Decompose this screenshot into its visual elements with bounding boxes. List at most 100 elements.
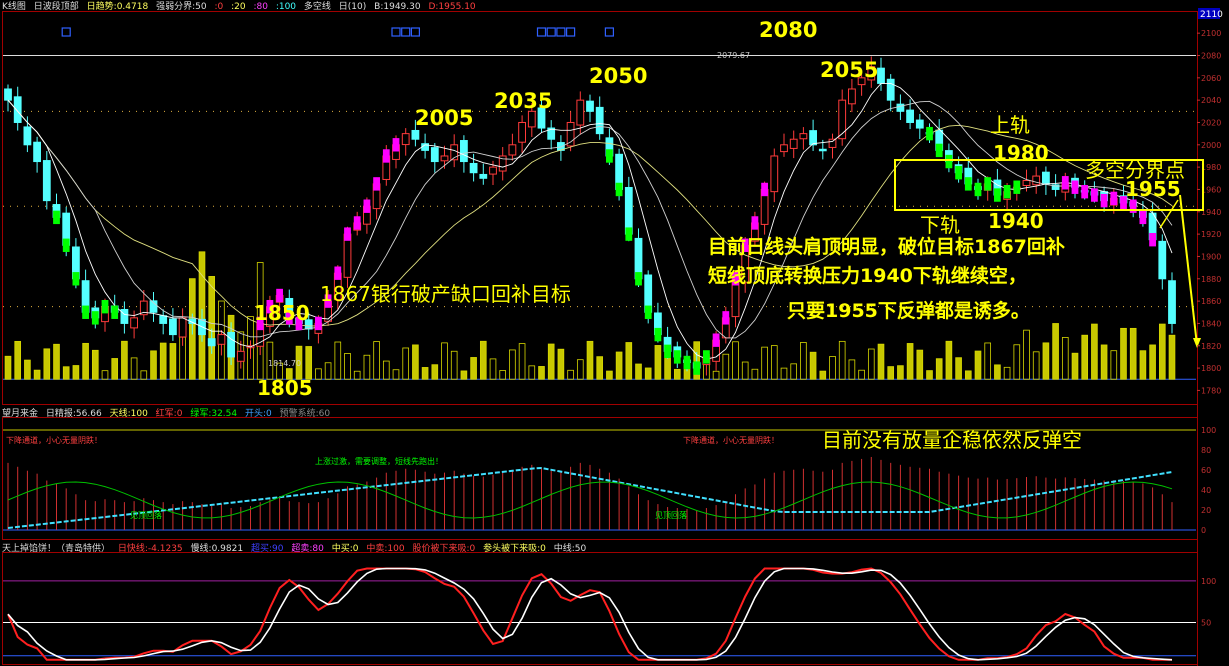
- volume-bar: [1071, 352, 1079, 380]
- annotation-2055: 2055: [820, 58, 878, 82]
- price-tick-label: 1920: [1201, 230, 1221, 239]
- volume-bar: [644, 367, 652, 380]
- volume-bar: [809, 351, 817, 380]
- volume-bar: [499, 370, 507, 380]
- trend-candle: [1081, 184, 1089, 199]
- volume-bar: [800, 342, 807, 380]
- volume-bar: [770, 345, 778, 380]
- volume-bar: [121, 340, 128, 380]
- price-axis: 1780 1800 1820 1840 1860 1880 1900 1920 1940 1960…: [1197, 29, 1221, 627]
- volume-bar: [751, 368, 759, 380]
- volume-bar: [712, 370, 720, 380]
- volume-bar: [935, 358, 943, 380]
- annotation-upper-rail: 上轨: [990, 113, 1030, 137]
- candle-body: [576, 99, 585, 126]
- volume-bar: [994, 364, 1001, 380]
- volume-bar: [606, 370, 613, 380]
- candle-body: [877, 67, 885, 84]
- volume-bar: [24, 359, 31, 380]
- trend-candle: [703, 350, 710, 364]
- volume-bar: [867, 348, 875, 380]
- price-tick-label: 1860: [1201, 297, 1221, 306]
- trend-candle: [72, 272, 80, 286]
- candle-body: [770, 155, 779, 193]
- signal-marker: [61, 27, 71, 37]
- signal-marker: [536, 27, 547, 37]
- projection-arrow-short: [1159, 199, 1179, 229]
- candle-body: [236, 350, 245, 362]
- volume-bar: [412, 344, 419, 380]
- volume-bar: [673, 368, 681, 380]
- trend-candle: [673, 350, 681, 364]
- volume-bar: [635, 363, 642, 380]
- volume-bar: [625, 342, 633, 380]
- trend-candle: [382, 149, 390, 163]
- signal-marker: [401, 27, 411, 37]
- volume-bar: [596, 356, 604, 380]
- label-1814: 1814.70: [268, 359, 301, 368]
- candle-body: [178, 317, 187, 338]
- trend-candle: [712, 333, 720, 347]
- volume-bar: [615, 351, 623, 380]
- price-tick-label: 1880: [1201, 275, 1221, 284]
- price-tick-label: 1780: [1201, 386, 1221, 395]
- trend-candle: [945, 154, 953, 169]
- ind2-tick-label: 100: [1201, 577, 1216, 586]
- candle-body: [595, 106, 604, 135]
- volume-bar: [315, 368, 322, 380]
- volume-bar: [1168, 334, 1176, 380]
- volume-bar: [470, 357, 477, 380]
- annotation-2050: 2050: [589, 64, 647, 88]
- candle-body: [169, 318, 177, 336]
- chart-window: K线图 日波段顶部 日趋势:0.4718 强弱分界:50 :0 :20 :80 …: [0, 0, 1229, 666]
- volume-bar: [62, 366, 70, 380]
- candle-body: [23, 126, 32, 146]
- volume-bar: [955, 357, 962, 380]
- annotation-2080: 2080: [759, 18, 817, 42]
- signal-bottom-2: 见顶回落: [655, 510, 687, 520]
- ind2-panel-frame: [2, 552, 1198, 665]
- annotation-1955: 1955: [1125, 177, 1181, 201]
- volume-bar: [518, 343, 526, 380]
- annotation-lower-rail: 下轨: [920, 213, 960, 237]
- price-tick-label: 2040: [1201, 96, 1221, 105]
- volume-bar: [324, 362, 332, 380]
- candle-body: [518, 121, 526, 143]
- ind2-tick-label: 50: [1201, 618, 1211, 627]
- volume-bar: [906, 343, 914, 380]
- candle-body: [809, 130, 817, 146]
- candle-body: [586, 100, 594, 112]
- volume-bar: [557, 348, 565, 380]
- trend-candle: [101, 299, 109, 314]
- candle-body: [430, 147, 439, 163]
- candle-body: [1032, 175, 1041, 186]
- candle-body: [1022, 180, 1031, 186]
- volume-bar: [1013, 344, 1021, 380]
- volume-bar: [722, 353, 730, 380]
- label-2079: 2079.67: [717, 51, 750, 60]
- trend-candle: [1110, 191, 1118, 206]
- ind1-tick-label: 60: [1201, 466, 1211, 475]
- candle-body: [120, 308, 129, 324]
- volume-bar: [208, 276, 216, 380]
- price-tick-label: 1840: [1201, 319, 1221, 328]
- candle-body: [508, 144, 517, 156]
- volume-bar: [1100, 344, 1108, 380]
- volume-bar: [130, 357, 138, 380]
- volume-bar: [489, 358, 497, 380]
- volume-bar: [33, 369, 41, 380]
- annotation-1850: 1850: [254, 301, 310, 325]
- trend-candle: [1100, 193, 1108, 208]
- volume-bar: [741, 361, 749, 380]
- volume-bar: [945, 340, 953, 380]
- price-tick-label: 2100: [1201, 29, 1221, 38]
- volume-bar: [111, 358, 119, 380]
- volume-bar: [1023, 329, 1030, 380]
- volume-bar: [460, 370, 468, 380]
- candle-body: [13, 96, 22, 123]
- volume-bar: [567, 369, 574, 380]
- volume-bar: [431, 364, 439, 380]
- candle-body: [440, 155, 449, 162]
- volume-bar: [392, 369, 400, 380]
- trend-candle: [1071, 180, 1079, 194]
